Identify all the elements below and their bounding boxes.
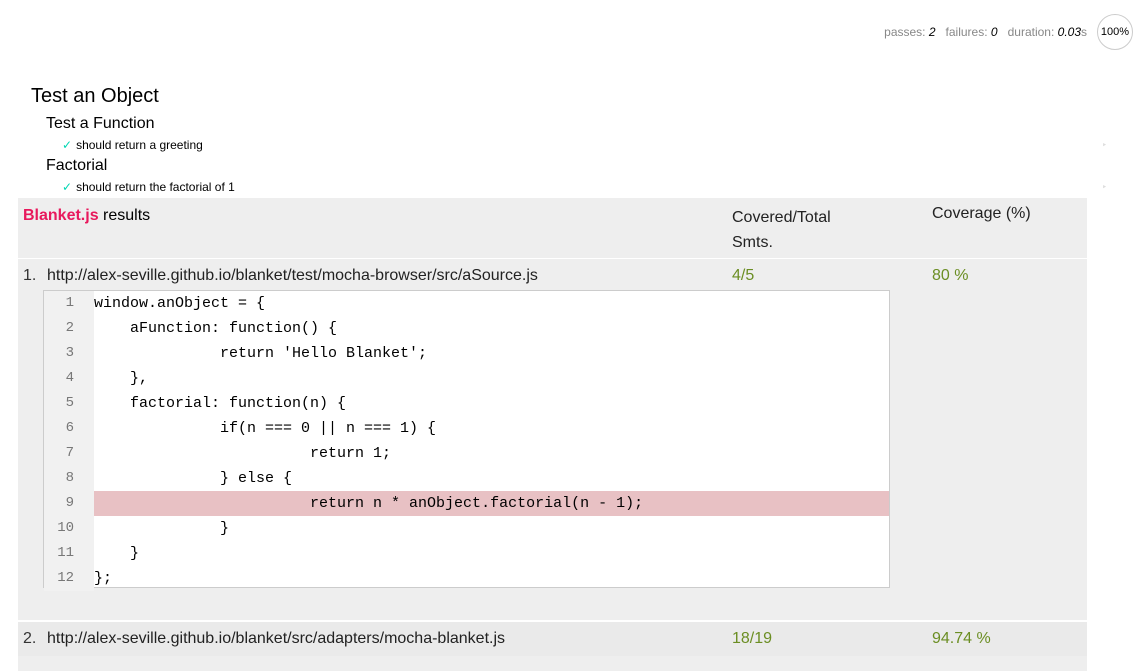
check-icon: ✓ bbox=[62, 138, 73, 152]
source-listing: 1 window.anObject = { 2 aFunction: functi… bbox=[43, 290, 890, 591]
passes-label: passes: bbox=[884, 25, 926, 39]
line-code: }, bbox=[94, 370, 149, 387]
duration-stat: duration: 0.03s bbox=[1008, 25, 1087, 39]
line-code: return n * anObject.factorial(n - 1); bbox=[94, 491, 889, 516]
progress-label: 100% bbox=[1100, 26, 1130, 38]
subsuite-title[interactable]: Factorial bbox=[46, 157, 107, 175]
source-line: 6 if(n === 0 || n === 1) { bbox=[44, 416, 889, 441]
check-icon: ✓ bbox=[62, 180, 73, 194]
source-line-uncovered: 9 return n * anObject.factorial(n - 1); bbox=[44, 491, 889, 516]
line-code: }; bbox=[94, 570, 113, 587]
blanket-brand: Blanket.js bbox=[23, 207, 99, 224]
duration-label: duration: bbox=[1007, 25, 1055, 39]
test-title: should return the factorial of 1 bbox=[76, 180, 235, 194]
line-code: if(n === 0 || n === 1) { bbox=[94, 420, 437, 437]
replay-icon[interactable]: ‣ bbox=[1102, 182, 1107, 193]
duration-value: 0.03 bbox=[1057, 25, 1081, 39]
blanket-title-suffix: results bbox=[98, 207, 151, 224]
mocha-stats: passes: 2 failures: 0 duration: 0.03s 10… bbox=[884, 14, 1133, 50]
file-coverage-pct: 94.74 % bbox=[932, 630, 991, 647]
source-line: 4 }, bbox=[44, 366, 889, 391]
line-number: 10 bbox=[44, 516, 94, 541]
line-code: return 1; bbox=[94, 445, 392, 462]
line-number: 12 bbox=[44, 566, 94, 591]
source-line: 1 window.anObject = { bbox=[44, 291, 889, 316]
line-number: 2 bbox=[44, 316, 94, 341]
test-title: should return a greeting bbox=[76, 138, 203, 152]
file-row[interactable]: 1. http://alex-seville.github.io/blanket… bbox=[18, 259, 1087, 293]
file-row[interactable]: 2. http://alex-seville.github.io/blanket… bbox=[18, 620, 1087, 656]
passes-stat: passes: 2 bbox=[884, 25, 935, 39]
failures-stat: failures: 0 bbox=[946, 25, 998, 39]
line-number: 5 bbox=[44, 391, 94, 416]
line-code: } bbox=[94, 520, 230, 537]
source-line: 10 } bbox=[44, 516, 889, 541]
line-number: 9 bbox=[44, 491, 94, 516]
source-line: 11 } bbox=[44, 541, 889, 566]
covered-header-line2: Smts. bbox=[732, 234, 773, 251]
failures-label: failures: bbox=[945, 25, 988, 39]
file-path[interactable]: http://alex-seville.github.io/blanket/sr… bbox=[47, 630, 505, 648]
blanket-results: Blanket.js results Covered/Total Smts. C… bbox=[18, 198, 1087, 671]
blanket-header: Blanket.js results Covered/Total Smts. C… bbox=[18, 198, 1087, 259]
file-number: 1. bbox=[23, 267, 37, 284]
line-code: window.anObject = { bbox=[94, 295, 266, 312]
source-line: 5 factorial: function(n) { bbox=[44, 391, 889, 416]
replay-icon[interactable]: ‣ bbox=[1102, 140, 1107, 151]
file-covered: 4/5 bbox=[732, 267, 755, 284]
source-line: 7 return 1; bbox=[44, 441, 889, 466]
coverage-column-header: Coverage (%) bbox=[932, 205, 1031, 222]
suite-title[interactable]: Test an Object bbox=[31, 85, 159, 108]
blanket-title: Blanket.js results bbox=[23, 207, 150, 225]
file-coverage-pct: 80 % bbox=[932, 267, 969, 284]
line-number: 11 bbox=[44, 541, 94, 566]
passes-value: 2 bbox=[928, 25, 936, 39]
source-line: 2 aFunction: function() { bbox=[44, 316, 889, 341]
line-code: } bbox=[94, 545, 140, 562]
source-line: 3 return 'Hello Blanket'; bbox=[44, 341, 889, 366]
line-code: } else { bbox=[94, 470, 293, 487]
line-code: return 'Hello Blanket'; bbox=[94, 345, 428, 362]
line-number: 4 bbox=[44, 366, 94, 391]
covered-header-line1: Covered/Total bbox=[732, 209, 831, 226]
test-item[interactable]: ✓ should return the factorial of 1 bbox=[62, 180, 235, 194]
duration-unit: s bbox=[1081, 25, 1087, 39]
line-number: 6 bbox=[44, 416, 94, 441]
line-number: 8 bbox=[44, 466, 94, 491]
source-line: 8 } else { bbox=[44, 466, 889, 491]
line-number: 7 bbox=[44, 441, 94, 466]
file-number: 2. bbox=[23, 630, 37, 647]
test-item[interactable]: ✓ should return a greeting bbox=[62, 138, 203, 152]
line-number: 1 bbox=[44, 291, 94, 316]
line-code: factorial: function(n) { bbox=[94, 395, 347, 412]
line-code: aFunction: function() { bbox=[94, 320, 338, 337]
covered-column-header: Covered/Total Smts. bbox=[732, 205, 862, 255]
progress-ring: 100% bbox=[1097, 14, 1133, 50]
source-line: 12}; bbox=[44, 566, 889, 591]
subsuite-title[interactable]: Test a Function bbox=[46, 115, 155, 133]
failures-value: 0 bbox=[990, 25, 998, 39]
file-covered: 18/19 bbox=[732, 630, 773, 647]
line-number: 3 bbox=[44, 341, 94, 366]
file-path[interactable]: http://alex-seville.github.io/blanket/te… bbox=[47, 267, 538, 285]
